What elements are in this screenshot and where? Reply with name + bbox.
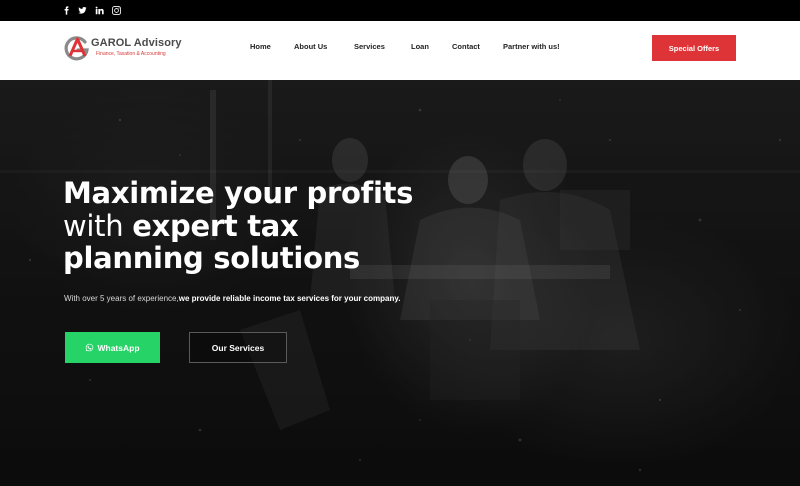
facebook-icon[interactable] — [59, 0, 73, 21]
logo-subtitle: Finance, Taxation & Accounting — [96, 51, 166, 57]
top-bar — [0, 0, 800, 21]
hero-background-photo — [0, 80, 800, 486]
whatsapp-label: WhatsApp — [97, 342, 140, 353]
lead-normal: With over 5 years of experience, — [64, 294, 179, 303]
nav-partner[interactable]: Partner with us! — [503, 42, 560, 51]
site-logo[interactable]: GAROL Advisory Finance, Taxation & Accou… — [63, 32, 203, 68]
whatsapp-button[interactable]: WhatsApp — [65, 332, 160, 363]
headline-line-3: planning solutions — [63, 241, 361, 275]
whatsapp-icon — [86, 343, 94, 352]
headline-line-2-bold: expert tax — [132, 208, 299, 243]
headline-line-2: with expert tax — [63, 208, 423, 243]
hero-description: With over 5 years of experience,we provi… — [64, 292, 404, 306]
nav-contact[interactable]: Contact — [452, 42, 480, 51]
instagram-icon[interactable] — [109, 0, 123, 21]
logo-mark-icon — [64, 36, 89, 61]
headline-line-2-light: with — [63, 208, 133, 243]
our-services-button[interactable]: Our Services — [189, 332, 287, 363]
nav-services[interactable]: Services — [354, 42, 385, 51]
headline-line-1: Maximize your profits — [63, 176, 414, 210]
nav-home[interactable]: Home — [250, 42, 271, 51]
nav-loan[interactable]: Loan — [411, 42, 429, 51]
logo-title: GAROL Advisory — [91, 37, 182, 49]
hero-section: Maximize your profits with expert tax pl… — [0, 80, 800, 486]
lead-bold: we provide reliable income tax services … — [178, 294, 401, 303]
nav-about-us[interactable]: About Us — [294, 42, 327, 51]
linkedin-icon[interactable] — [92, 0, 106, 21]
twitter-icon[interactable] — [75, 0, 89, 21]
special-offers-button[interactable]: Special Offers — [652, 35, 736, 61]
main-navbar: GAROL Advisory Finance, Taxation & Accou… — [0, 21, 800, 80]
hero-headline: Maximize your profits with expert tax pl… — [63, 177, 423, 275]
